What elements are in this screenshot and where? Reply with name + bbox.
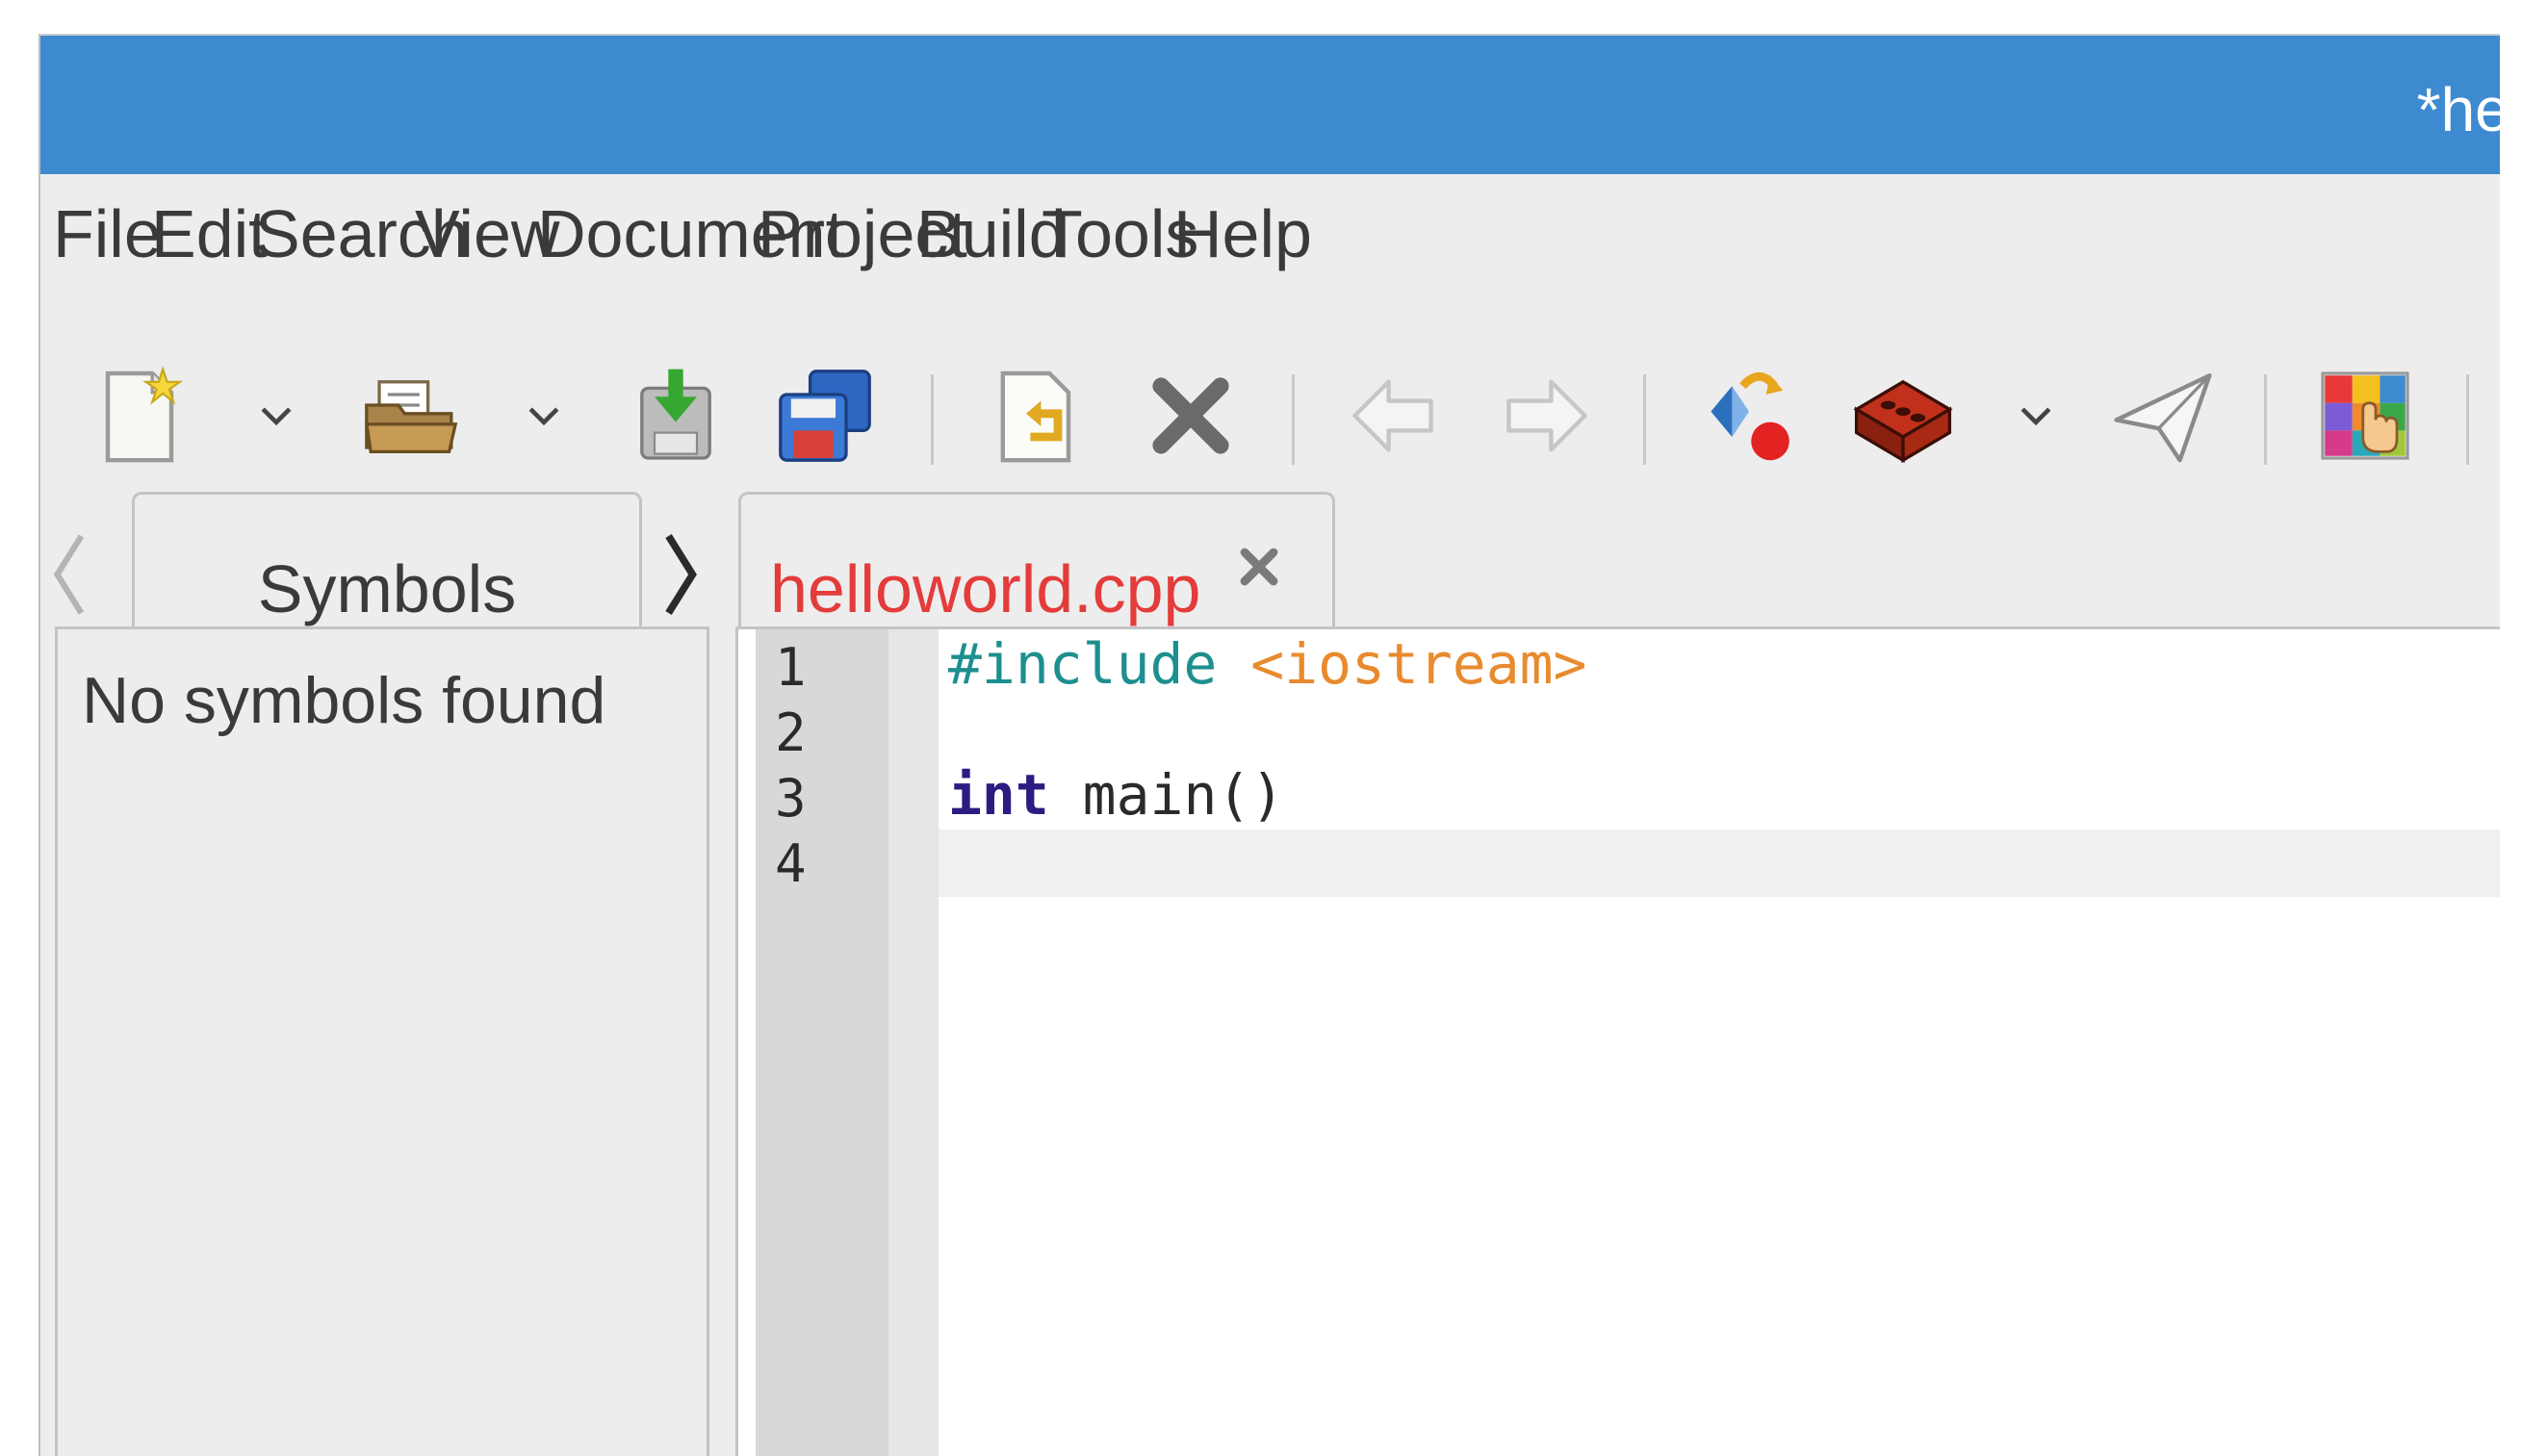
line-number: 2: [775, 702, 807, 763]
symbols-panel: No symbols found: [55, 626, 709, 1456]
execute-paper-plane-icon: [2114, 373, 2212, 463]
save-all-button[interactable]: [772, 363, 878, 469]
include-header: <iostream>: [1250, 631, 1587, 697]
navigate-back-button[interactable]: [1340, 363, 1446, 469]
menu-help[interactable]: Help: [1173, 195, 1312, 272]
code-line-1: #include <iostream>: [948, 631, 1586, 697]
close-file-button[interactable]: [1138, 363, 1244, 469]
sidebar-scroll-left[interactable]: [45, 526, 93, 623]
fold-margin[interactable]: [888, 629, 939, 1456]
execute-button[interactable]: [2110, 363, 2216, 469]
color-chooser-icon: [2321, 371, 2409, 460]
open-dropdown[interactable]: [522, 394, 566, 438]
tab-file-name: helloworld.cpp: [770, 551, 1201, 626]
chevron-left-icon: [53, 534, 85, 615]
geany-window: *hellow File Edit Search View Document P…: [39, 34, 2500, 1456]
new-file-icon: [105, 366, 184, 463]
line-number: 3: [775, 768, 807, 829]
chevron-down-icon: [2020, 407, 2051, 426]
chevron-down-icon: [528, 407, 559, 426]
line-number: 1: [775, 637, 807, 698]
open-button[interactable]: [358, 363, 464, 469]
save-icon: [640, 369, 711, 460]
title-bar[interactable]: *hellow: [40, 36, 2500, 174]
chevron-right-icon: [665, 534, 697, 615]
menu-bar: File Edit Search View Document Project B…: [40, 174, 2500, 286]
new-file-button[interactable]: [87, 363, 193, 469]
revert-button[interactable]: [984, 363, 1090, 469]
toolbar-separator: [931, 374, 934, 465]
navigate-forward-button[interactable]: [1494, 363, 1600, 469]
sidebar-scroll-right[interactable]: [656, 526, 705, 623]
compile-button[interactable]: [1696, 363, 1802, 469]
color-chooser-button[interactable]: [2312, 363, 2418, 469]
current-line-highlight: [939, 830, 2500, 897]
tab-symbols[interactable]: Symbols: [132, 492, 642, 626]
code-editor[interactable]: 1 2 3 4 #include <iostream> int main(): [735, 626, 2500, 1456]
menu-edit[interactable]: Edit: [151, 195, 268, 272]
tab-helloworld-cpp[interactable]: helloworld.cpp: [738, 492, 1335, 628]
line-number-gutter: 1 2 3 4: [756, 629, 939, 1456]
code-area[interactable]: #include <iostream> int main(): [939, 629, 2500, 1456]
build-dropdown[interactable]: [2014, 394, 2058, 438]
tab-symbols-label: Symbols: [257, 551, 517, 626]
toolbar-separator: [2466, 374, 2469, 465]
revert-icon: [1000, 370, 1071, 463]
toolbar-separator: [1292, 374, 1295, 465]
line-number: 4: [775, 833, 807, 894]
forward-arrow-icon: [1506, 379, 1587, 452]
type-keyword: int: [948, 762, 1049, 828]
code-line-3: int main(): [948, 762, 1284, 828]
window-title: *hellow: [2416, 75, 2500, 144]
save-all-icon: [779, 370, 871, 462]
toolbar-separator: [2264, 374, 2267, 465]
preprocessor-directive: #include: [948, 631, 1218, 697]
build-button[interactable]: [1850, 363, 1956, 469]
build-brick-icon: [1853, 379, 1953, 464]
toolbar: [40, 286, 2500, 526]
tab-close-button[interactable]: [1235, 543, 1283, 591]
no-symbols-message: No symbols found: [82, 664, 606, 737]
open-folder-icon: [364, 380, 458, 454]
close-icon: [1152, 377, 1229, 454]
close-icon: [1240, 548, 1278, 586]
compile-icon: [1711, 371, 1789, 461]
function-signature: main(): [1048, 762, 1285, 828]
save-button[interactable]: [623, 363, 729, 469]
back-arrow-icon: [1352, 379, 1433, 452]
chevron-down-icon: [261, 407, 292, 426]
menu-file[interactable]: File: [53, 195, 162, 272]
toolbar-separator: [1643, 374, 1646, 465]
new-file-dropdown[interactable]: [254, 394, 298, 438]
